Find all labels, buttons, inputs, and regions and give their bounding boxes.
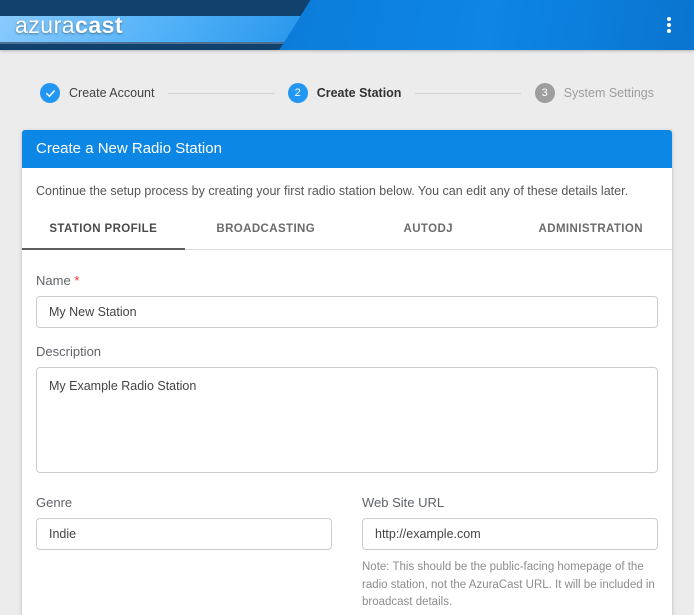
genre-column: Genre bbox=[36, 484, 332, 612]
genre-input[interactable] bbox=[36, 518, 332, 550]
kebab-menu-icon[interactable] bbox=[658, 14, 680, 36]
required-asterisk: * bbox=[74, 273, 79, 288]
name-input[interactable] bbox=[36, 296, 658, 328]
intro-text: Continue the setup process by creating y… bbox=[22, 168, 672, 207]
description-label: Description bbox=[36, 344, 658, 359]
step-label: Create Account bbox=[69, 86, 154, 100]
app-logo: azuracast bbox=[15, 12, 123, 39]
website-url-input[interactable] bbox=[362, 518, 658, 550]
logo-text-azura: azura bbox=[15, 12, 75, 38]
website-url-label: Web Site URL bbox=[362, 495, 658, 510]
step-create-station: 2 Create Station bbox=[288, 83, 402, 103]
tab-autodj[interactable]: AUTODJ bbox=[347, 211, 510, 250]
genre-label: Genre bbox=[36, 495, 332, 510]
check-icon bbox=[40, 83, 60, 103]
tab-station-profile[interactable]: STATION PROFILE bbox=[22, 211, 185, 250]
genre-website-row: Genre Web Site URL Note: This should be … bbox=[36, 484, 658, 612]
stepper-connector bbox=[415, 93, 520, 94]
card-title: Create a New Radio Station bbox=[22, 130, 672, 168]
name-label: Name * bbox=[36, 273, 658, 288]
stepper-connector bbox=[168, 93, 273, 94]
create-station-card: Create a New Radio Station Continue the … bbox=[22, 130, 672, 615]
tab-administration[interactable]: ADMINISTRATION bbox=[510, 211, 673, 250]
step-system-settings: 3 System Settings bbox=[535, 83, 654, 103]
logo-text-cast: cast bbox=[75, 12, 123, 38]
step-label: Create Station bbox=[317, 86, 402, 100]
station-profile-form: Name * Description My Example Radio Stat… bbox=[22, 250, 672, 615]
step-number-badge: 2 bbox=[288, 83, 308, 103]
step-number-badge: 3 bbox=[535, 83, 555, 103]
app-header: azuracast bbox=[0, 0, 694, 50]
website-url-note: Note: This should be the public-facing h… bbox=[362, 559, 658, 612]
step-create-account: Create Account bbox=[40, 83, 154, 103]
website-column: Web Site URL Note: This should be the pu… bbox=[362, 484, 658, 612]
station-tabs: STATION PROFILE BROADCASTING AUTODJ ADMI… bbox=[22, 211, 672, 250]
name-label-text: Name bbox=[36, 273, 71, 288]
setup-stepper: Create Account 2 Create Station 3 System… bbox=[0, 82, 694, 104]
tab-broadcasting[interactable]: BROADCASTING bbox=[185, 211, 348, 250]
step-label: System Settings bbox=[564, 86, 654, 100]
description-textarea[interactable]: My Example Radio Station bbox=[36, 367, 658, 473]
